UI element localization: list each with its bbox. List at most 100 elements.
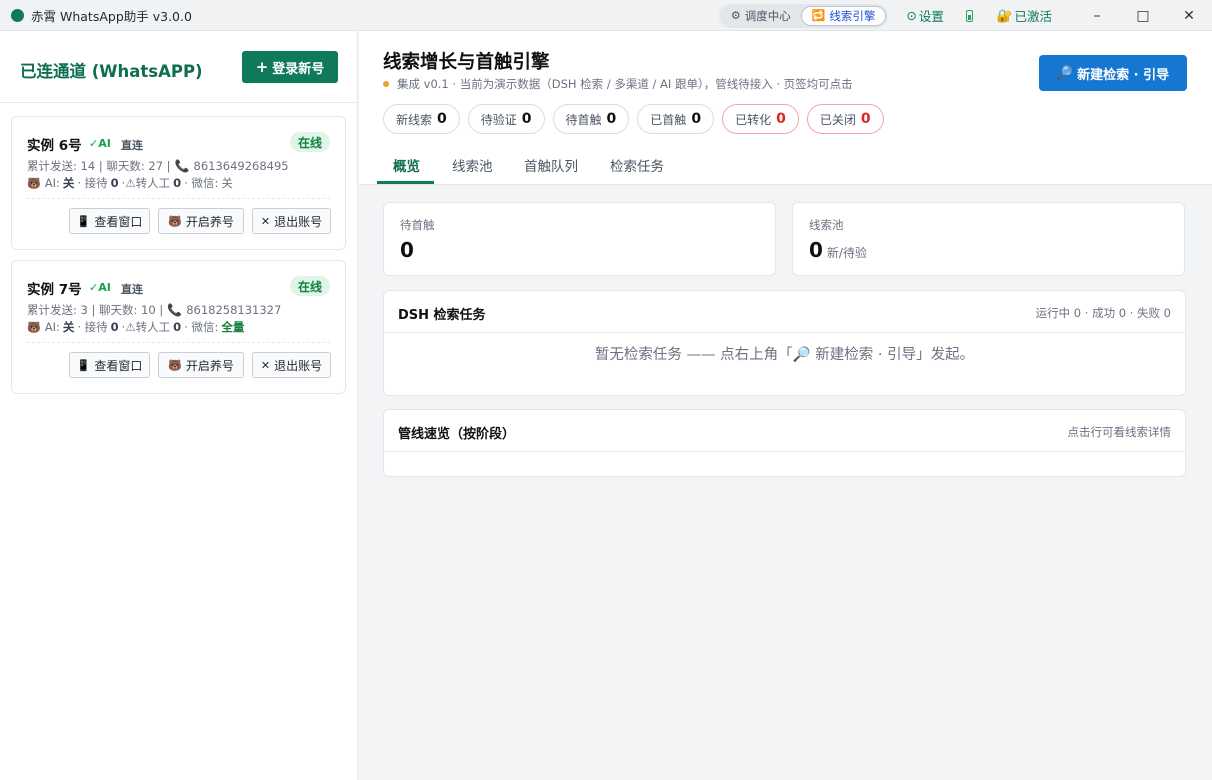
panel-header: DSH 检索任务 运行中 0 · 成功 0 · 失败 0 (384, 291, 1185, 333)
instance-card: 实例 7号 ✓AI 直连 在线 累计发送: 3 | 聊天数: 10 | 📞 86… (11, 260, 346, 394)
reception-label: · 接待 (77, 320, 108, 334)
card-divider (27, 198, 330, 199)
instance-name: 实例 6号 (27, 138, 82, 154)
logout-account-button[interactable]: ✕ 退出账号 (252, 208, 331, 234)
instance-stats-text: 累计发送: 3 | 聊天数: 10 | (27, 303, 164, 317)
close-icon: ✕ (260, 358, 271, 372)
robot-icon: 🐻 (27, 320, 41, 334)
sidebar-header: 已连通道 (WhatsAPP) + 登录新号 (0, 31, 357, 103)
phone-icon: 📞 (167, 303, 183, 317)
tab-search-tasks[interactable]: 检索任务 (610, 155, 664, 175)
tab-lead-engine-label: 线索引擎 (829, 8, 876, 23)
reception-value: 0 (110, 320, 119, 334)
wechat-value: 全量 (221, 320, 245, 334)
tab-lead-pool[interactable]: 线索池 (452, 155, 493, 175)
robot-icon: 🐻 (27, 176, 41, 190)
page-subtitle: 集成 v0.1 · 当前为演示数据（DSH 检索 / 多渠道 / AI 跟单），… (383, 76, 853, 92)
stat-value-row: 0 (400, 238, 414, 262)
reception-label: · 接待 (77, 176, 108, 190)
settings-button[interactable]: ⊙ 设置 (906, 6, 944, 25)
wechat-label: · 微信: (184, 176, 219, 190)
reception-value: 0 (110, 176, 119, 190)
task-status-summary: 运行中 0 · 成功 0 · 失败 0 (1035, 306, 1171, 320)
ai-label: AI: (44, 176, 60, 190)
chip-pending-first-touch[interactable]: 待首触 0 (552, 104, 630, 134)
channels-sidebar: 已连通道 (WhatsAPP) + 登录新号 实例 6号 ✓AI 直连 在线 累… (0, 31, 358, 780)
empty-state-message: 暂无检索任务 —— 点右上角「🔎 新建检索 · 引导」发起。 (594, 347, 975, 363)
lock-key-icon: 🔐 (996, 7, 1013, 23)
chip-label: 已转化 (735, 112, 772, 127)
ai-badge: ✓AI (89, 281, 111, 294)
start-warmup-label: 开启养号 (185, 214, 234, 229)
panel-hint: 点击行可看线索详情 (1067, 425, 1172, 439)
chip-new-leads[interactable]: 新线索 0 (383, 104, 460, 134)
phone-number: 8618258131327 (186, 303, 282, 317)
logout-account-button[interactable]: ✕ 退出账号 (252, 352, 331, 378)
search-icon: 🔎 (1056, 65, 1074, 81)
page-title: 线索增长与首触引擎 (383, 52, 550, 73)
view-window-label: 查看窗口 (94, 358, 143, 373)
instance-stats-text: 累计发送: 14 | 聊天数: 27 | (27, 159, 171, 173)
chip-pending-verify[interactable]: 待验证 0 (467, 104, 545, 134)
instance-card: 实例 6号 ✓AI 直连 在线 累计发送: 14 | 聊天数: 27 | 📞 8… (11, 116, 346, 250)
start-warmup-button[interactable]: 🐻 开启养号 (158, 208, 244, 234)
tab-dispatch-center[interactable]: ⚙ 调度中心 (721, 6, 801, 26)
view-window-label: 查看窗口 (94, 214, 143, 229)
close-button[interactable]: ✕ (1166, 0, 1212, 31)
tab-lead-engine[interactable]: 🔁 线索引擎 (800, 5, 887, 26)
card-divider (27, 342, 330, 343)
login-new-account-label: 登录新号 (272, 61, 325, 77)
manual-label: ·⚠转人工 (121, 176, 171, 190)
active-tab-indicator (377, 181, 434, 184)
ai-value: 关 (62, 176, 75, 190)
minimize-button[interactable]: – (1074, 0, 1120, 31)
page-header: 线索增长与首触引擎 集成 v0.1 · 当前为演示数据（DSH 检索 / 多渠道… (359, 31, 1212, 143)
stat-card-pending-first-touch: 待首触 0 (383, 202, 776, 276)
login-new-account-button[interactable]: + 登录新号 (242, 51, 338, 83)
manual-value: 0 (173, 176, 182, 190)
battery-icon (965, 9, 973, 22)
new-search-button[interactable]: 🔎 新建检索 · 引导 (1039, 55, 1187, 91)
lead-stage-chips: 新线索 0 待验证 0 待首触 0 已首触 0 已转化 0 已关闭 0 (383, 104, 892, 134)
dsh-search-tasks-panel: DSH 检索任务 运行中 0 · 成功 0 · 失败 0 暂无检索任务 —— 点… (383, 290, 1186, 396)
chip-count: 0 (860, 111, 871, 127)
instance-ai-status: 🐻 AI: 关 · 接待 0 ·⚠转人工 0 · 微信: 关 (27, 175, 233, 191)
wechat-label: · 微信: (184, 320, 219, 334)
phone-icon: 📞 (174, 159, 190, 173)
mode-switch: ⚙ 调度中心 🔁 线索引擎 (718, 3, 889, 28)
chip-closed[interactable]: 已关闭 0 (806, 104, 884, 134)
stat-label: 线索池 (809, 218, 844, 232)
panel-title: 管线速览（按阶段） (398, 427, 516, 442)
tab-overview[interactable]: 概览 (393, 155, 420, 175)
sidebar-title: 已连通道 (WhatsAPP) (20, 62, 203, 81)
view-window-button[interactable]: 📱 查看窗口 (69, 208, 150, 234)
chip-label: 已首触 (650, 112, 687, 127)
chip-converted[interactable]: 已转化 0 (722, 104, 799, 134)
close-icon: ✕ (260, 214, 271, 228)
logout-account-label: 退出账号 (274, 358, 323, 373)
activation-status[interactable]: 🔐 已激活 (997, 6, 1052, 25)
connection-mode: 直连 (121, 283, 143, 296)
gear-icon: ⚙ (730, 9, 741, 22)
maximize-button[interactable]: □ (1120, 0, 1166, 31)
ai-value: 关 (62, 320, 75, 334)
chip-label: 待验证 (480, 112, 517, 127)
new-search-label: 新建检索 · 引导 (1077, 67, 1170, 83)
chip-first-touched[interactable]: 已首触 0 (637, 104, 715, 134)
instance-name: 实例 7号 (27, 282, 82, 298)
page-subtitle-text: 集成 v0.1 · 当前为演示数据（DSH 检索 / 多渠道 / AI 跟单），… (397, 77, 853, 91)
chip-count: 0 (606, 111, 617, 127)
chip-label: 待首触 (565, 112, 602, 127)
view-window-button[interactable]: 📱 查看窗口 (69, 352, 150, 378)
chip-count: 0 (521, 111, 532, 127)
main-content: 线索增长与首触引擎 集成 v0.1 · 当前为演示数据（DSH 检索 / 多渠道… (359, 31, 1212, 780)
settings-icon: ⊙ (906, 8, 917, 23)
ai-badge: ✓AI (89, 137, 111, 150)
start-warmup-button[interactable]: 🐻 开启养号 (158, 352, 244, 378)
instance-stats: 累计发送: 3 | 聊天数: 10 | 📞 8618258131327 (27, 302, 281, 318)
tab-dispatch-center-label: 调度中心 (744, 8, 791, 23)
status-dot-icon (383, 81, 389, 87)
phone-device-icon: 📱 (76, 214, 91, 228)
tab-first-touch-queue[interactable]: 首触队列 (524, 155, 578, 175)
refresh-icon: 🔁 (811, 9, 826, 22)
